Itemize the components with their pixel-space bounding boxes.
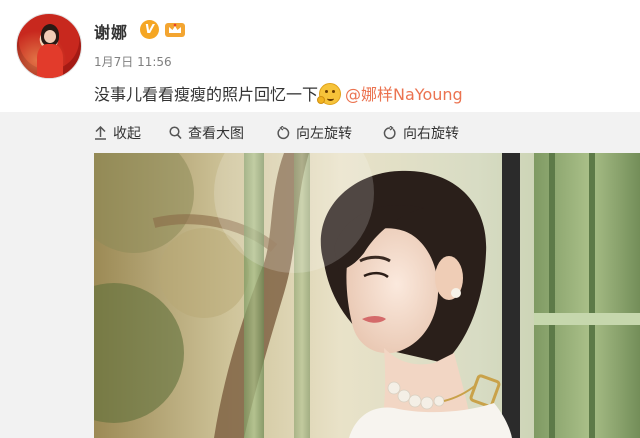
mention-link[interactable]: @娜样NaYoung bbox=[345, 85, 463, 104]
media-panel: 收起 查看大图 向左旋转 向右旋转 bbox=[0, 112, 640, 438]
view-large-label: 查看大图 bbox=[188, 126, 244, 142]
collapse-label: 收起 bbox=[113, 126, 141, 142]
collapse-button[interactable]: 收起 bbox=[94, 123, 141, 143]
rotate-left-label: 向左旋转 bbox=[296, 126, 352, 142]
post-body: 没事儿看看瘦瘦的照片回忆一下 bbox=[94, 85, 319, 104]
rotate-right-button[interactable]: 向右旋转 bbox=[383, 123, 459, 143]
rotate-right-icon bbox=[383, 126, 396, 140]
crown-icon[interactable] bbox=[164, 21, 186, 38]
magnifier-icon bbox=[169, 126, 182, 140]
verified-icon: V bbox=[140, 20, 159, 39]
post-timestamp[interactable]: 1月7日 11:56 bbox=[94, 53, 172, 70]
rotate-left-icon bbox=[277, 126, 290, 140]
image-toolbar: 收起 查看大图 向左旋转 向右旋转 bbox=[0, 112, 640, 152]
avatar[interactable] bbox=[16, 13, 82, 79]
post-photo[interactable] bbox=[94, 153, 640, 438]
username[interactable]: 谢娜 bbox=[94, 19, 128, 43]
rotate-left-button[interactable]: 向左旋转 bbox=[276, 123, 352, 143]
thinking-emoji-icon bbox=[317, 83, 342, 105]
view-large-button[interactable]: 查看大图 bbox=[169, 123, 244, 143]
rotate-right-label: 向右旋转 bbox=[403, 126, 459, 142]
post-text: 没事儿看看瘦瘦的照片回忆一下 @娜样NaYoung bbox=[94, 81, 463, 105]
post-header: 谢娜 V 1月7日 11:56 没事儿看看瘦瘦的照片回忆一下 @娜样NaYoung bbox=[0, 0, 640, 112]
collapse-arrow-icon bbox=[95, 126, 106, 140]
